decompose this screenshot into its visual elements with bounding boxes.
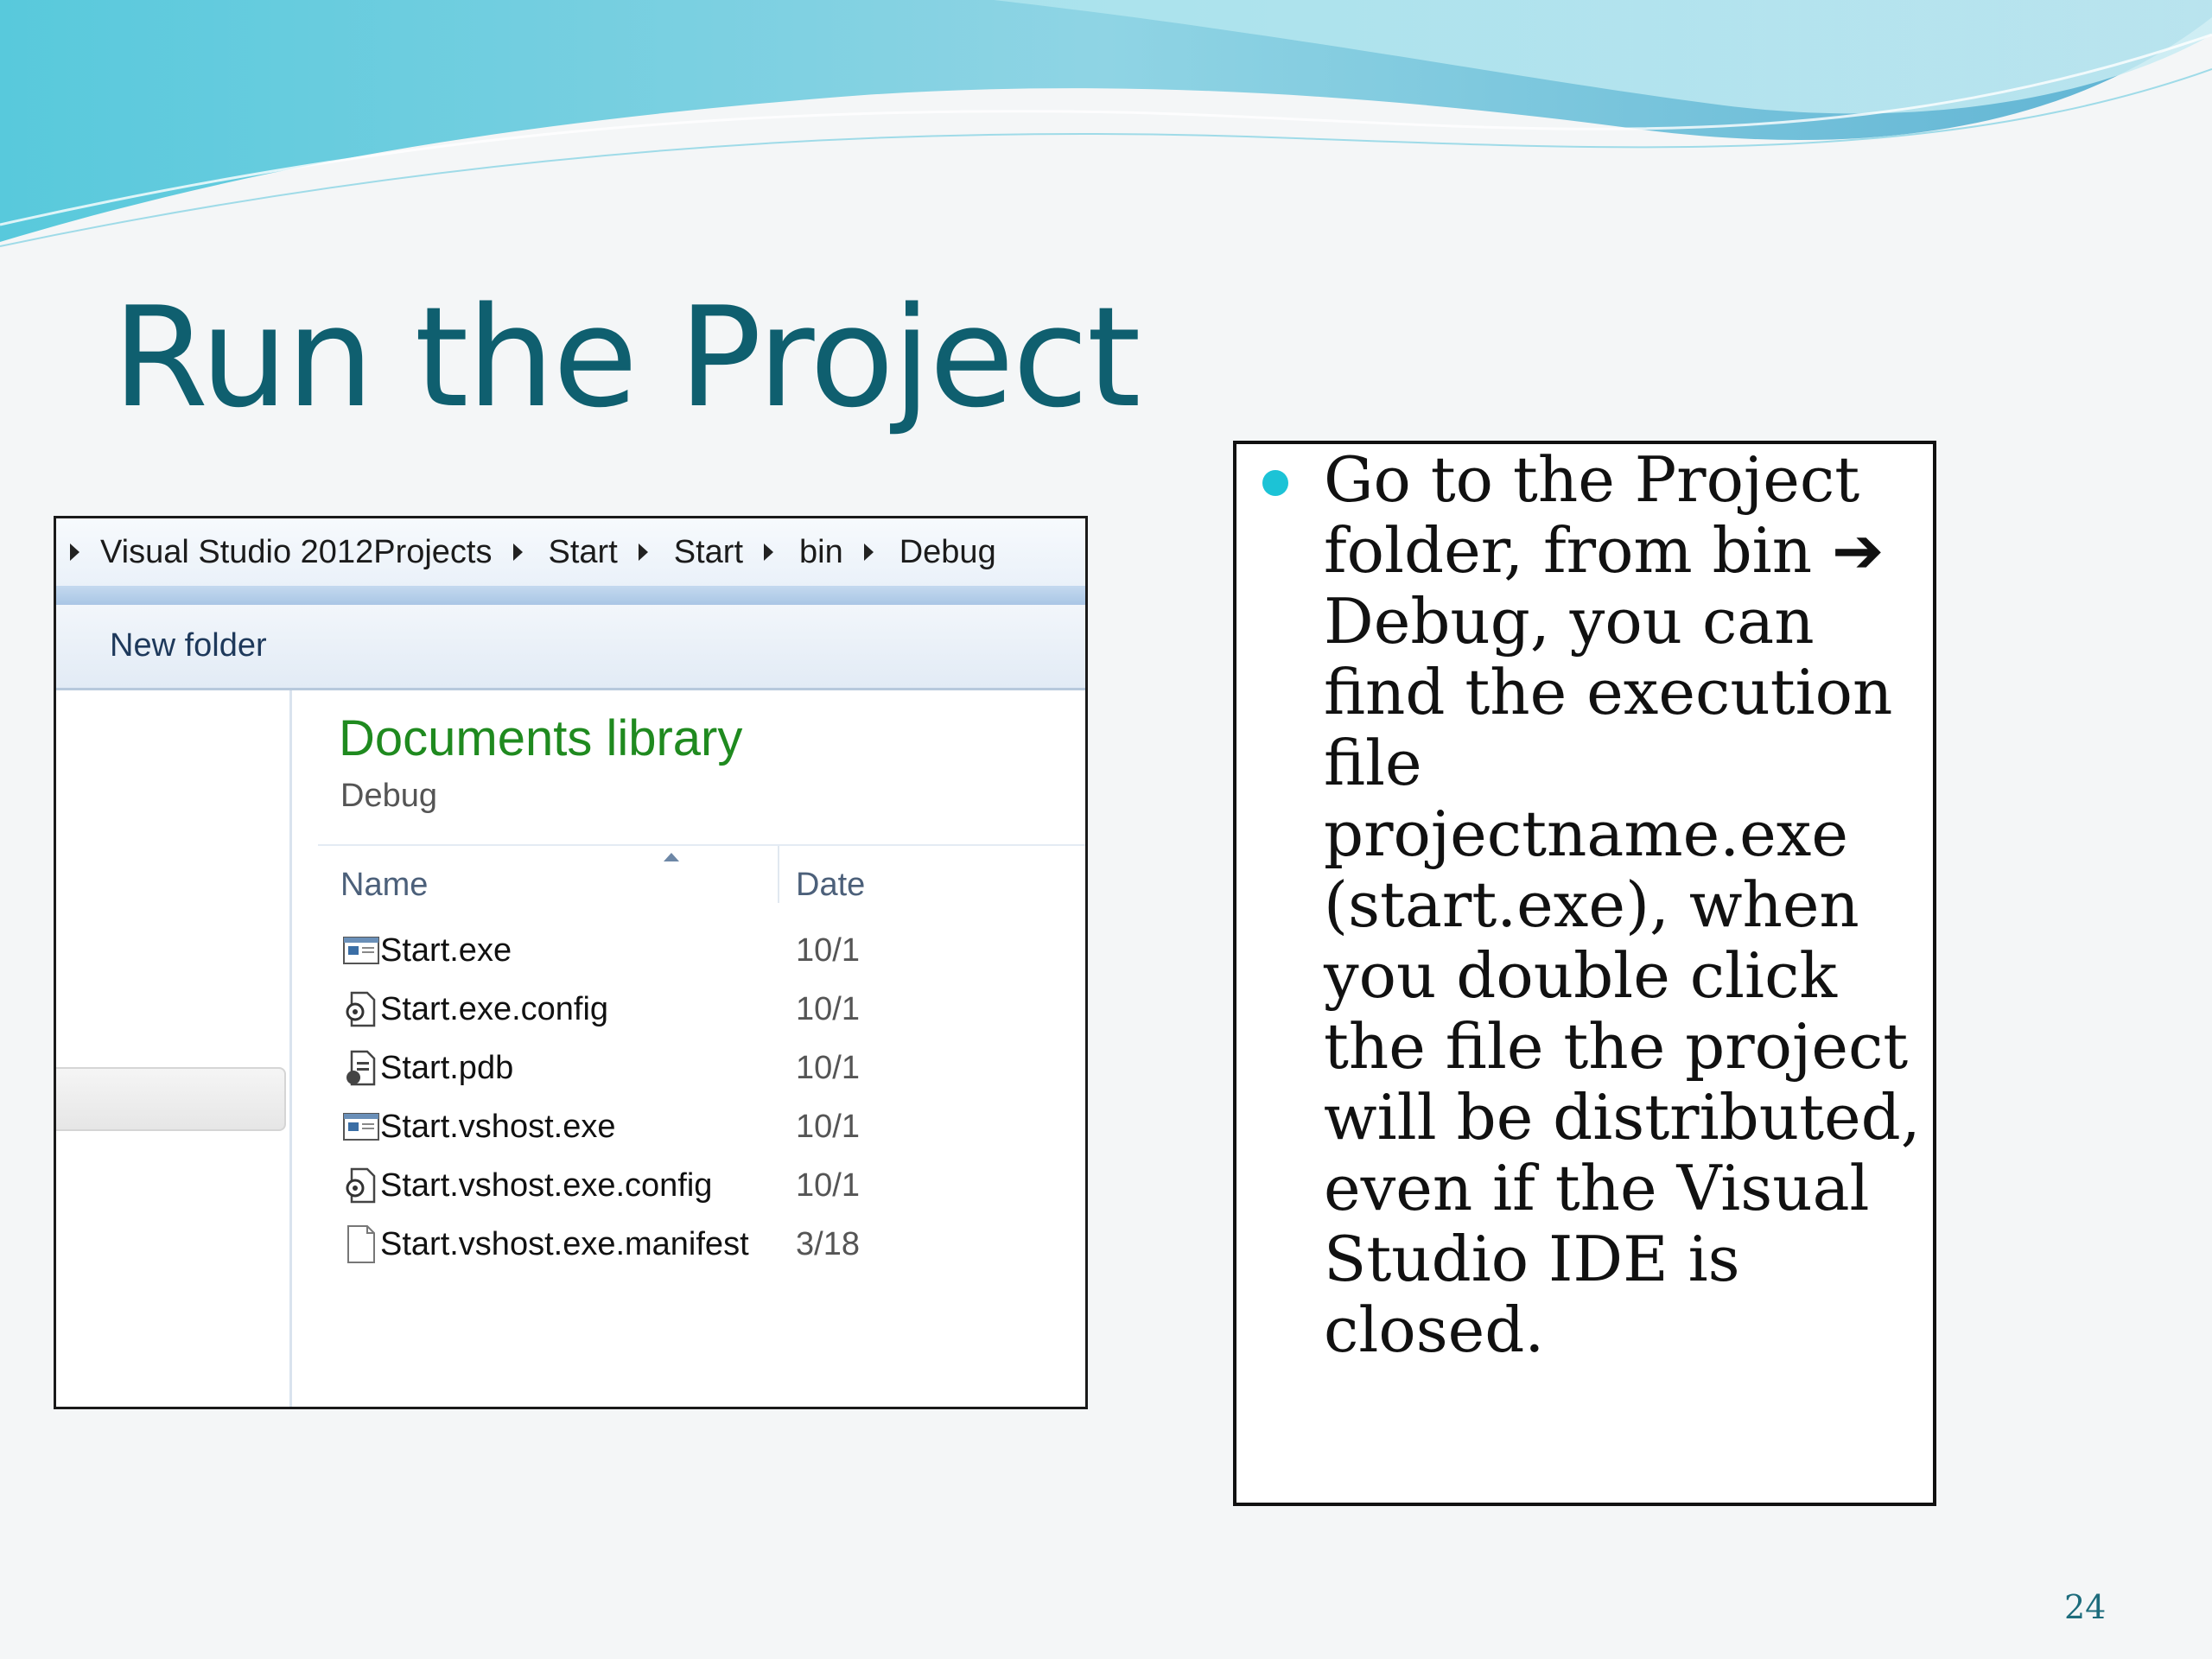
- column-header-row: Name Date: [318, 844, 1085, 912]
- breadcrumb-item[interactable]: Start: [618, 534, 743, 571]
- file-name: Start.pdb: [380, 1050, 514, 1086]
- note-text: Go to the Project folder, from bin ➔ Deb…: [1324, 443, 1921, 1366]
- breadcrumb-item[interactable]: Start: [493, 534, 618, 571]
- column-header-name[interactable]: Name: [340, 867, 428, 904]
- sort-ascending-icon: [664, 853, 679, 861]
- file-date: 10/1: [796, 1167, 860, 1204]
- file-row[interactable]: Start.exe.config 10/1: [292, 981, 1085, 1039]
- file-explorer-screenshot: Visual Studio 2012 Projects Start Start …: [54, 516, 1088, 1409]
- exe-icon: [343, 937, 379, 964]
- chevron-right-icon: [863, 543, 874, 561]
- slide-title: Run the Project: [112, 276, 1141, 438]
- breadcrumb-item[interactable]: Debug: [843, 534, 996, 571]
- bullet-icon: [1262, 470, 1288, 496]
- navigation-pane[interactable]: [56, 690, 292, 1407]
- breadcrumb-item[interactable]: Projects: [373, 534, 492, 571]
- address-bar-breadcrumb[interactable]: Visual Studio 2012 Projects Start Start …: [56, 518, 1085, 586]
- library-title: Documents library: [339, 710, 743, 766]
- library-subtitle: Debug: [340, 778, 437, 814]
- note-textbox: Go to the Project folder, from bin ➔ Deb…: [1233, 441, 1936, 1506]
- file-row[interactable]: Start.vshost.exe.config 10/1: [292, 1157, 1085, 1216]
- config-icon: [346, 1167, 376, 1204]
- address-bar-divider: [56, 586, 1085, 605]
- file-name: Start.exe.config: [380, 991, 609, 1027]
- page-number: 24: [2064, 1588, 2107, 1626]
- file-name: Start.vshost.exe: [380, 1109, 616, 1145]
- file-row[interactable]: Start.vshost.exe.manifest 3/18: [292, 1216, 1085, 1274]
- command-bar: New folder: [56, 605, 1085, 690]
- chevron-right-icon: [512, 543, 523, 561]
- file-date: 10/1: [796, 932, 860, 969]
- file-date: 10/1: [796, 1050, 860, 1086]
- column-divider[interactable]: [778, 846, 779, 903]
- file-list-pane: Documents library Debug Name Date Start.…: [292, 690, 1085, 1407]
- file-date: 3/18: [796, 1226, 860, 1262]
- file-row[interactable]: Start.vshost.exe 10/1: [292, 1098, 1085, 1157]
- header-wave-decoration: [0, 0, 2212, 247]
- exe-icon: [343, 1113, 379, 1141]
- nav-selected-item[interactable]: [56, 1067, 286, 1131]
- file-row[interactable]: Start.pdb 10/1: [292, 1039, 1085, 1098]
- breadcrumb-item[interactable]: Visual Studio 2012: [70, 534, 373, 571]
- breadcrumb-item[interactable]: bin: [743, 534, 843, 571]
- file-name: Start.exe: [380, 932, 512, 969]
- new-folder-button[interactable]: New folder: [110, 627, 267, 664]
- blank-file-icon: [347, 1225, 375, 1263]
- file-row[interactable]: Start.exe 10/1: [292, 922, 1085, 981]
- chevron-right-icon: [764, 543, 773, 561]
- file-date: 10/1: [796, 1109, 860, 1145]
- file-date: 10/1: [796, 991, 860, 1027]
- file-name: Start.vshost.exe.manifest: [380, 1226, 749, 1262]
- chevron-right-icon: [638, 543, 648, 561]
- file-name: Start.vshost.exe.config: [380, 1167, 713, 1204]
- chevron-right-icon: [70, 543, 79, 561]
- column-header-date[interactable]: Date: [796, 867, 865, 904]
- config-icon: [346, 991, 376, 1027]
- pdb-icon: [346, 1050, 376, 1086]
